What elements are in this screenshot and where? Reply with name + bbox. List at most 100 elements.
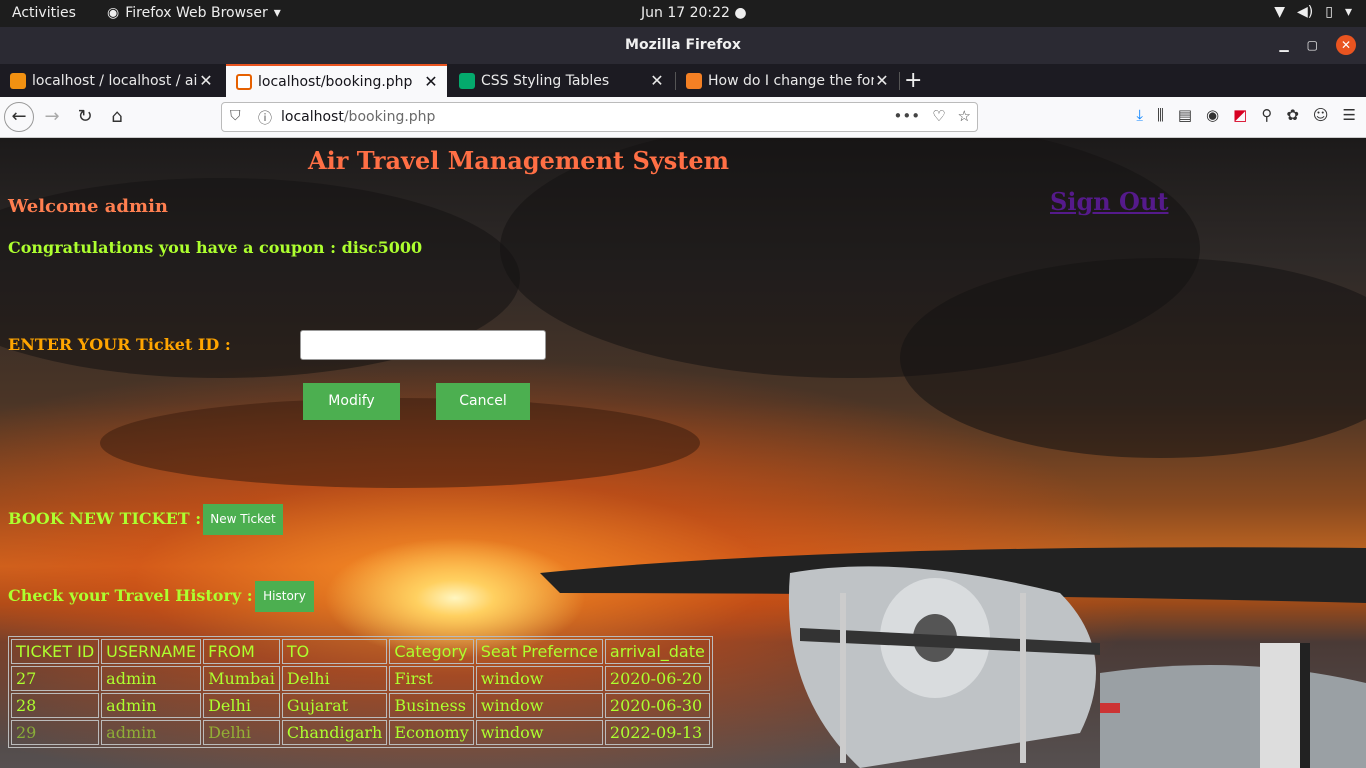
tracking-shield-icon[interactable]: ⛉	[230, 108, 241, 124]
table-cell: Delhi	[281, 666, 388, 691]
extension-paw-icon[interactable]: ✿	[1286, 106, 1299, 124]
table-cell: 2020-06-20	[604, 666, 710, 691]
column-header: USERNAME	[101, 639, 202, 664]
column-header: TICKET ID	[11, 639, 100, 664]
site-info-icon[interactable]: ⓘ	[258, 108, 272, 128]
account-icon[interactable]: ◉	[1206, 106, 1219, 124]
back-button[interactable]: ←	[4, 102, 34, 132]
table-cell: 27	[11, 666, 100, 691]
sign-out-link[interactable]: Sign Out	[1050, 187, 1168, 216]
chevron-down-icon: ▾	[273, 5, 281, 21]
wifi-icon: ▼	[1274, 4, 1286, 20]
window-title: Mozilla Firefox	[625, 37, 741, 53]
bookmark-star-icon[interactable]: ☆	[958, 107, 971, 125]
address-bar[interactable]: ⛉ ⓘ localhost/booking.php ••• ♡ ☆	[221, 102, 978, 132]
coupon-message: Congratulations you have a coupon : disc…	[8, 238, 423, 257]
table-cell: First	[389, 666, 474, 691]
extension-bike-icon[interactable]: ⚲	[1261, 106, 1272, 124]
new-ticket-button[interactable]: New Ticket	[203, 504, 283, 535]
battery-icon: ▯	[1325, 4, 1333, 20]
table-cell: Business	[389, 693, 474, 718]
table-cell: window	[475, 666, 603, 691]
window-titlebar: Mozilla Firefox ▁ ▢ ✕	[0, 27, 1366, 64]
page-favicon-icon	[236, 73, 252, 90]
table-cell: Gujarat	[281, 693, 388, 718]
travel-history-table: TICKET ID USERNAME FROM TO Category Seat…	[8, 636, 713, 748]
close-window-button[interactable]: ✕	[1336, 35, 1356, 55]
app-menu[interactable]: ◉ Firefox Web Browser ▾	[107, 5, 281, 21]
system-top-bar: Activities ◉ Firefox Web Browser ▾ Jun 1…	[0, 0, 1366, 27]
tab-label: localhost/booking.php	[258, 73, 413, 90]
ticket-id-input[interactable]	[300, 330, 546, 360]
activities-button[interactable]: Activities	[12, 5, 76, 21]
close-tab-icon[interactable]: ✕	[423, 72, 439, 91]
welcome-message: Welcome admin	[8, 196, 168, 217]
table-row: 28 admin Delhi Gujarat Business window 2…	[11, 693, 710, 718]
travel-history-label: Check your Travel History :	[8, 586, 253, 605]
table-cell: Delhi	[203, 720, 280, 745]
tab-css-tables[interactable]: CSS Styling Tables ✕	[449, 64, 673, 97]
extension-owl-icon[interactable]: ☺	[1313, 106, 1329, 124]
table-cell: 2022-09-13	[604, 720, 710, 745]
cancel-button[interactable]: Cancel	[436, 383, 530, 420]
close-tab-icon[interactable]: ✕	[649, 71, 665, 90]
table-cell: window	[475, 720, 603, 745]
column-header: FROM	[203, 639, 280, 664]
table-row: 29 admin Delhi Chandigarh Economy window…	[11, 720, 710, 745]
modify-button[interactable]: Modify	[303, 383, 400, 420]
pocket-icon[interactable]: ♡	[932, 107, 945, 125]
stackoverflow-icon	[686, 72, 702, 89]
menu-icon[interactable]: ☰	[1343, 106, 1356, 124]
tab-label: How do I change the font	[708, 72, 874, 89]
ticket-id-label: ENTER YOUR Ticket ID :	[8, 335, 231, 354]
page-actions-icon[interactable]: •••	[894, 107, 921, 125]
table-cell: 28	[11, 693, 100, 718]
book-new-ticket-label: BOOK NEW TICKET :	[8, 509, 202, 528]
background-cloud	[100, 398, 700, 488]
table-header-row: TICKET ID USERNAME FROM TO Category Seat…	[11, 639, 710, 664]
tab-booking[interactable]: localhost/booking.php ✕	[226, 64, 447, 97]
table-row: 27 admin Mumbai Delhi First window 2020-…	[11, 666, 710, 691]
tab-strip: localhost / localhost / air ✕ localhost/…	[0, 64, 1366, 97]
toolbar-icons: ⤓ ⫼ ▤ ◉ ◩ ⚲ ✿ ☺ ☰	[1136, 106, 1356, 124]
page-heading: Air Travel Management System	[308, 146, 729, 175]
table-cell: Delhi	[203, 693, 280, 718]
chevron-down-icon: ▾	[1344, 4, 1352, 20]
new-tab-button[interactable]: +	[904, 68, 922, 93]
system-tray[interactable]: ▼ ◀) ▯ ▾	[1274, 4, 1352, 20]
volume-icon: ◀)	[1297, 4, 1314, 20]
close-tab-icon[interactable]: ✕	[198, 71, 214, 90]
w3schools-icon	[459, 72, 475, 89]
table-cell: Mumbai	[203, 666, 280, 691]
column-header: TO	[281, 639, 388, 664]
history-button[interactable]: History	[255, 581, 314, 612]
url-text[interactable]: localhost/booking.php	[281, 109, 435, 125]
maximize-button[interactable]: ▢	[1307, 38, 1318, 52]
forward-button[interactable]: →	[38, 103, 66, 131]
tab-separator	[899, 72, 900, 90]
table-cell: 2020-06-30	[604, 693, 710, 718]
tab-stackoverflow[interactable]: How do I change the font ✕	[676, 64, 898, 97]
home-button[interactable]: ⌂	[103, 103, 131, 131]
table-cell: 29	[11, 720, 100, 745]
close-tab-icon[interactable]: ✕	[874, 71, 890, 90]
minimize-button[interactable]: ▁	[1279, 38, 1288, 52]
clock-label: Jun 17 20:22	[641, 5, 730, 21]
navigation-toolbar: ← → ↻ ⌂ ⛉ ⓘ localhost/booking.php ••• ♡ …	[0, 97, 1366, 138]
tab-label: localhost / localhost / air	[32, 72, 198, 89]
app-menu-label: Firefox Web Browser	[125, 5, 268, 21]
table-cell: admin	[101, 720, 202, 745]
table-cell: admin	[101, 666, 202, 691]
reload-button[interactable]: ↻	[71, 103, 99, 131]
firefox-icon: ◉	[107, 5, 120, 21]
address-bar-actions: ••• ♡ ☆	[894, 107, 971, 125]
clock[interactable]: Jun 17 20:22 ●	[641, 5, 747, 21]
downloads-icon[interactable]: ⤓	[1136, 106, 1143, 124]
library-icon[interactable]: ⫼	[1157, 106, 1164, 124]
column-header: arrival_date	[604, 639, 710, 664]
extension-red-icon[interactable]: ◩	[1233, 106, 1247, 124]
tab-label: CSS Styling Tables	[481, 72, 610, 89]
tab-phpmyadmin[interactable]: localhost / localhost / air ✕	[0, 64, 222, 97]
table-cell: Economy	[389, 720, 474, 745]
sidebar-icon[interactable]: ▤	[1178, 106, 1192, 124]
